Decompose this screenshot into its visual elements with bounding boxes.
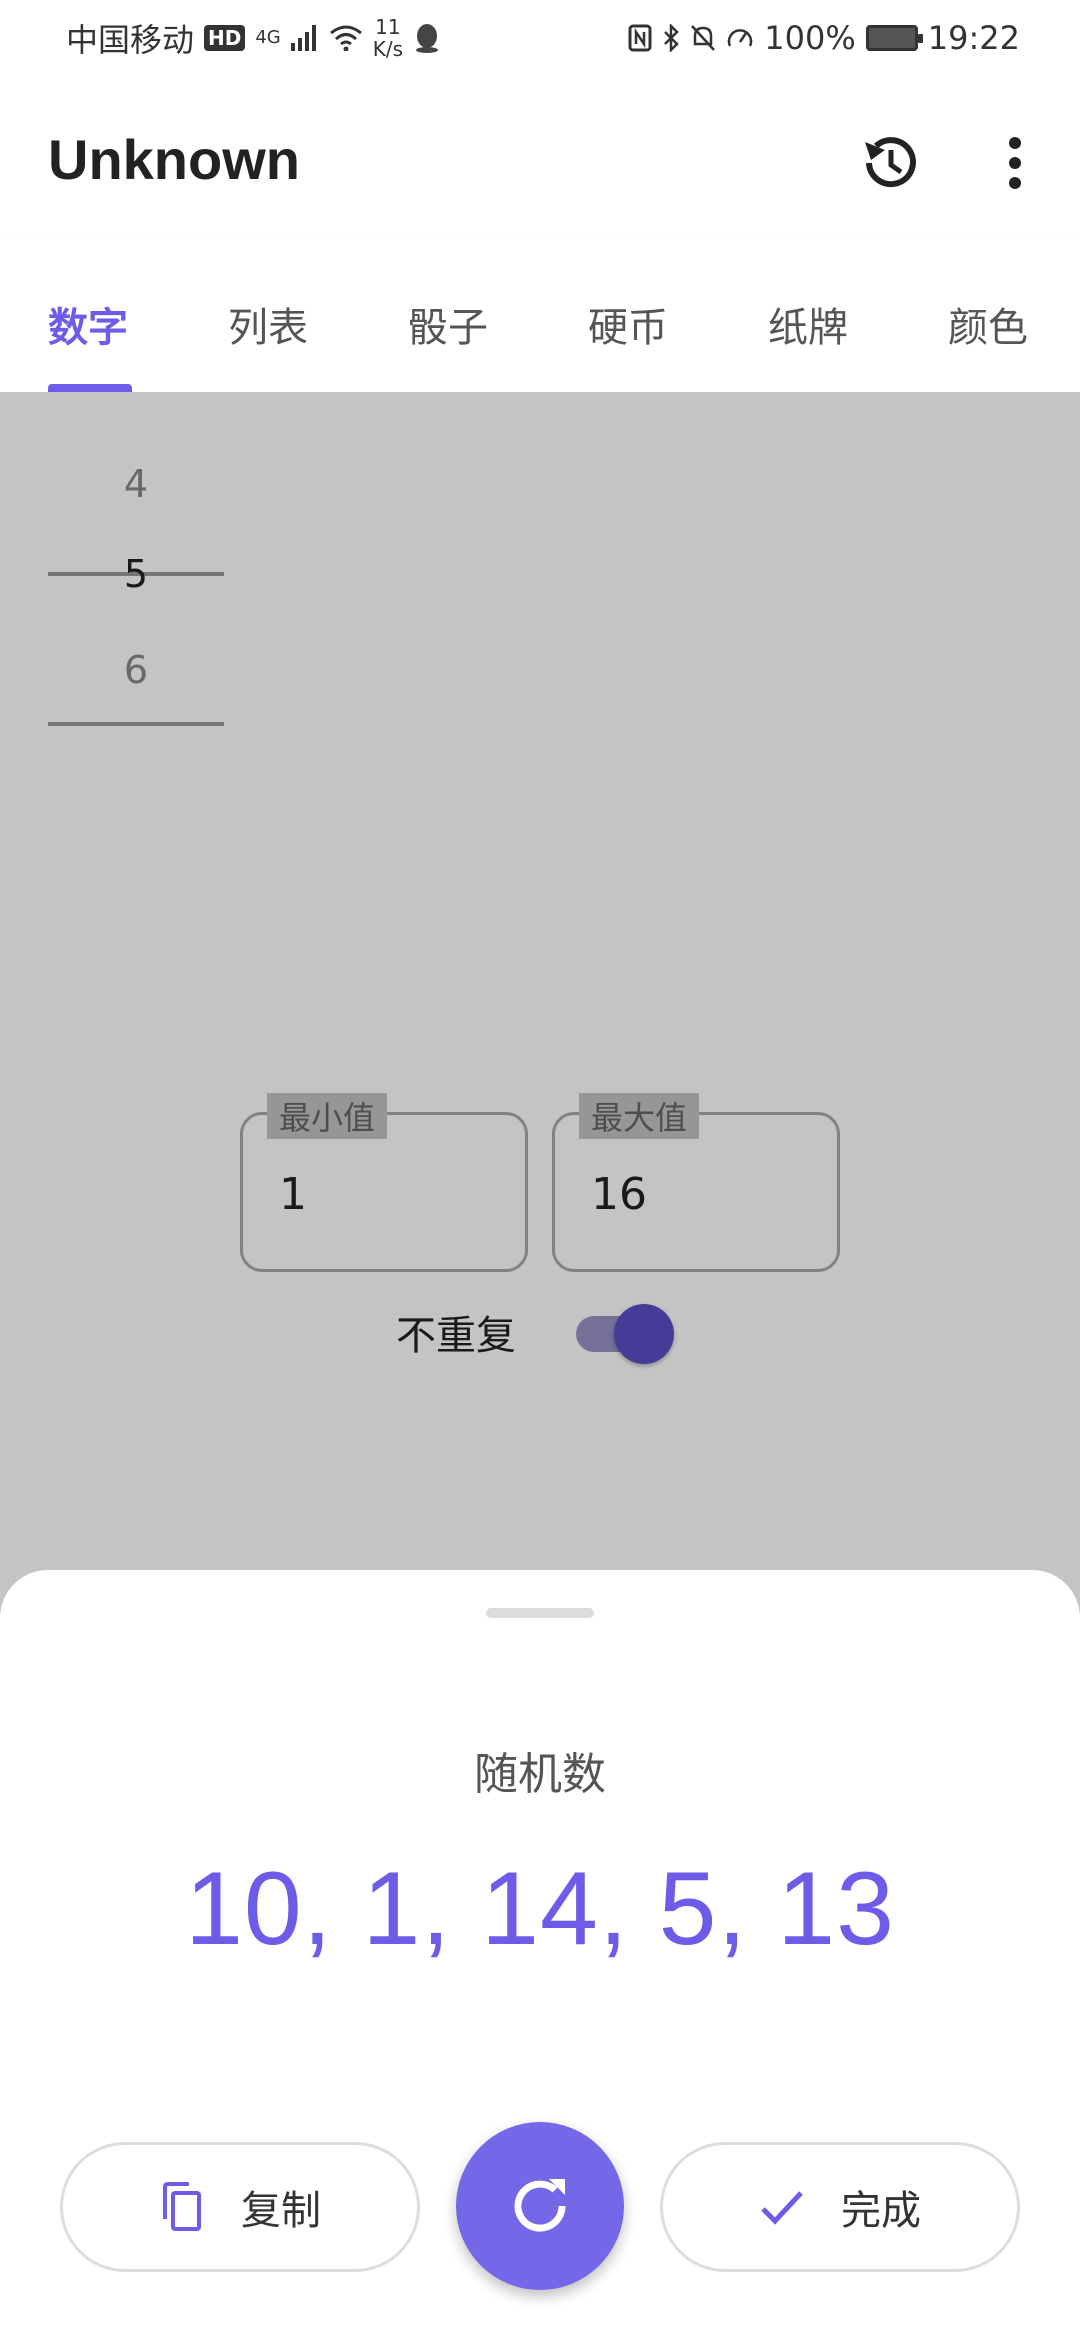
tab-list[interactable]: 列表: [228, 295, 308, 353]
network-type: 4G: [255, 26, 281, 48]
app-bar: Unknown: [0, 75, 1080, 240]
carrier-name: 中国移动: [66, 20, 195, 59]
qq-icon: [413, 22, 441, 54]
speed-unit: K/s: [372, 36, 404, 61]
sheet-title: 随机数: [474, 1749, 606, 1800]
status-bar: 中国移动 HD 4G 11 K/s 100% 19:22: [0, 0, 1080, 75]
history-icon: [865, 137, 916, 188]
status-left: 中国移动 HD 4G 11 K/s: [66, 15, 441, 61]
mute-bell-icon: [690, 24, 716, 52]
random-result: 10, 1, 14, 5, 13: [185, 1851, 895, 1967]
more-vert-icon: [1009, 137, 1021, 189]
tab-coin[interactable]: 硬币: [588, 295, 668, 353]
check-icon: [761, 2191, 803, 2225]
regenerate-button[interactable]: [456, 2122, 624, 2290]
more-options-button[interactable]: [990, 125, 1040, 201]
done-button[interactable]: 完成: [660, 2142, 1020, 2272]
result-bottom-sheet: 随机数 10, 1, 14, 5, 13 复制 完成: [0, 1570, 1080, 2340]
done-label: 完成: [841, 2188, 921, 2234]
copy-button[interactable]: 复制: [60, 2142, 420, 2272]
tab-indicator: [48, 384, 132, 392]
battery-icon: [865, 24, 923, 51]
wifi-icon: [329, 25, 363, 51]
app-title: Unknown: [48, 128, 300, 191]
history-button[interactable]: [852, 125, 928, 201]
clock: 19:22: [927, 18, 1020, 57]
copy-icon: [163, 2182, 201, 2231]
tab-color[interactable]: 颜色: [948, 295, 1028, 353]
speed-value: 11: [375, 14, 401, 39]
drag-handle[interactable]: [486, 1608, 594, 1618]
battery-percent: 100%: [764, 18, 856, 57]
network-speed: 11 K/s: [373, 16, 403, 60]
refresh-icon: [514, 2179, 566, 2232]
tab-number[interactable]: 数字: [48, 295, 128, 353]
bluetooth-icon: [662, 23, 680, 52]
tab-cards[interactable]: 纸牌: [768, 295, 848, 353]
tab-bar: 数字 列表 骰子 硬币 纸牌 颜色: [0, 240, 1080, 392]
signal-icon: [290, 24, 319, 51]
hd-badge: HD: [204, 24, 246, 51]
status-right: 100% 19:22: [628, 19, 1020, 57]
copy-label: 复制: [241, 2188, 321, 2234]
tab-dice[interactable]: 骰子: [408, 295, 488, 353]
nfc-icon: [628, 24, 652, 52]
speedometer-icon: [726, 24, 754, 52]
